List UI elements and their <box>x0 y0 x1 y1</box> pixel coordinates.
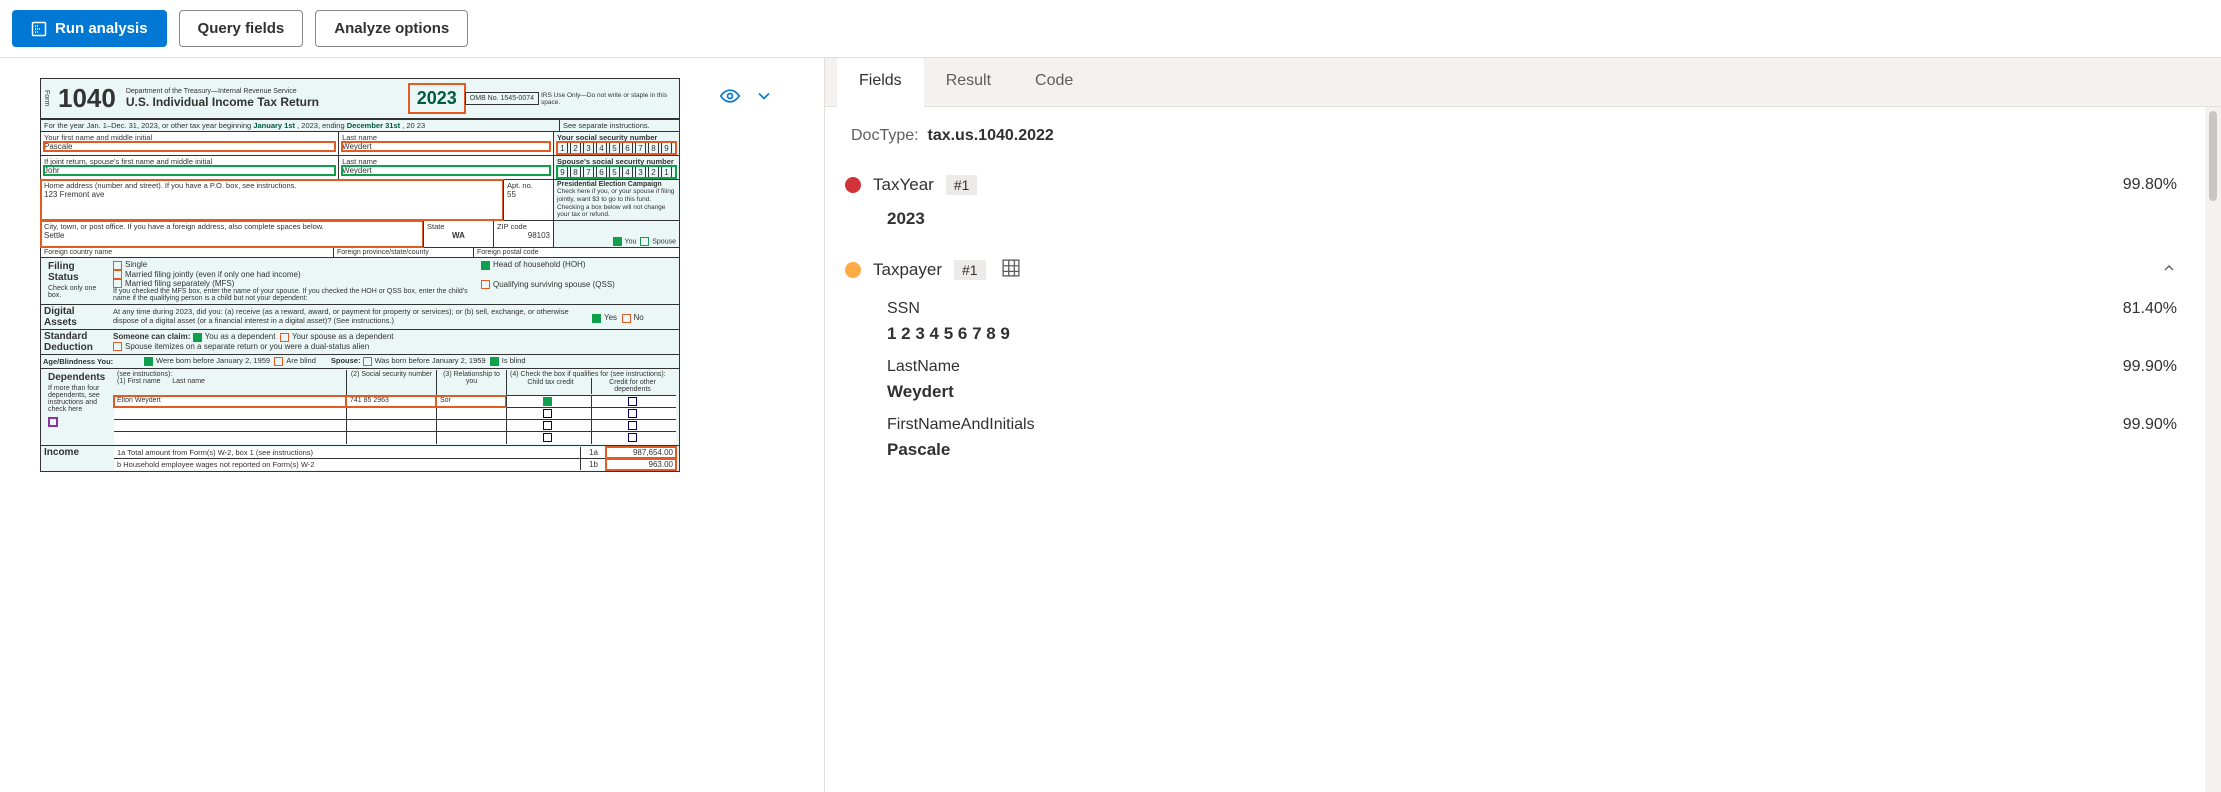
document-preview-pane: Form 1040 Department of the Treasury—Int… <box>0 58 824 792</box>
income-1a-field: 987,654.00 <box>606 447 676 458</box>
toolbar: Run analysis Query fields Analyze option… <box>0 0 2221 58</box>
form-1040-preview[interactable]: Form 1040 Department of the Treasury—Int… <box>40 78 680 472</box>
tax-year-field: 2023 <box>409 84 465 113</box>
confidence-value: 99.80% <box>2123 176 2177 194</box>
fields-panel: DocType: tax.us.1040.2022 TaxYear #1 99.… <box>825 107 2205 792</box>
dependent-name-field: Elton Weydert <box>114 396 346 407</box>
doctype-row: DocType: tax.us.1040.2022 <box>845 127 2177 145</box>
confidence-value: 99.90% <box>2123 416 2177 434</box>
tab-result[interactable]: Result <box>924 58 1013 106</box>
field-badge: #1 <box>954 260 986 280</box>
spouse-first-name-field: Johr <box>44 166 335 175</box>
first-name-field: Pascale <box>44 142 335 151</box>
subfield-firstname: FirstNameAndInitials99.90% Pascale <box>845 416 2177 460</box>
status-dot-icon <box>845 262 861 278</box>
doctype-value: tax.us.1040.2022 <box>927 127 1053 144</box>
ssn-field: 123456789 <box>557 142 676 154</box>
scrollbar[interactable] <box>2205 107 2221 792</box>
field-name: TaxYear <box>873 175 934 195</box>
confidence-value: 99.90% <box>2123 358 2177 376</box>
address-field: 123 Fremont ave <box>44 190 500 199</box>
subfield-value: Weydert <box>887 382 2177 402</box>
run-analysis-label: Run analysis <box>55 20 148 37</box>
analyze-options-label: Analyze options <box>334 20 449 37</box>
confidence-value: 81.40% <box>2123 300 2177 318</box>
spouse-ssn-field: 987654321 <box>557 166 676 178</box>
analysis-icon <box>31 21 47 37</box>
results-tabs: Fields Result Code <box>825 58 2221 107</box>
subfield-value: 1 2 3 4 5 6 7 8 9 <box>887 324 2177 344</box>
form-number: 1040 <box>52 79 122 118</box>
field-name: Taxpayer <box>873 260 942 280</box>
field-group-tp: Taxpayer #1 SSN81.40% <box>845 253 2177 460</box>
field-value: 2023 <box>845 201 2177 233</box>
chevron-down-icon[interactable] <box>754 86 774 109</box>
spouse-last-name-field: Weydert <box>342 166 550 175</box>
status-dot-icon <box>845 177 861 193</box>
query-fields-button[interactable]: Query fields <box>179 10 304 47</box>
tab-fields[interactable]: Fields <box>837 58 924 107</box>
subfield-lastname: LastName99.90% Weydert <box>845 358 2177 402</box>
analyze-options-button[interactable]: Analyze options <box>315 10 468 47</box>
run-analysis-button[interactable]: Run analysis <box>12 10 167 47</box>
scrollbar-thumb[interactable] <box>2209 111 2217 201</box>
tab-code[interactable]: Code <box>1013 58 1095 106</box>
subfield-ssn: SSN81.40% 1 2 3 4 5 6 7 8 9 <box>845 300 2177 344</box>
field-header-ty[interactable]: TaxYear #1 99.80% <box>845 169 2177 201</box>
chevron-up-icon[interactable] <box>2161 260 2177 279</box>
table-icon[interactable] <box>1002 259 1020 280</box>
last-name-field: Weydert <box>342 142 550 151</box>
field-badge: #1 <box>946 175 978 195</box>
city-field: Settle <box>44 231 420 240</box>
results-pane: Fields Result Code DocType: tax.us.1040.… <box>824 58 2221 792</box>
field-header-tp[interactable]: Taxpayer #1 <box>845 253 2177 286</box>
subfield-value: Pascale <box>887 440 2177 460</box>
eye-icon[interactable] <box>720 86 740 109</box>
query-fields-label: Query fields <box>198 20 285 37</box>
field-group-taty: TaxYear #1 99.80% 2023 <box>845 169 2177 233</box>
